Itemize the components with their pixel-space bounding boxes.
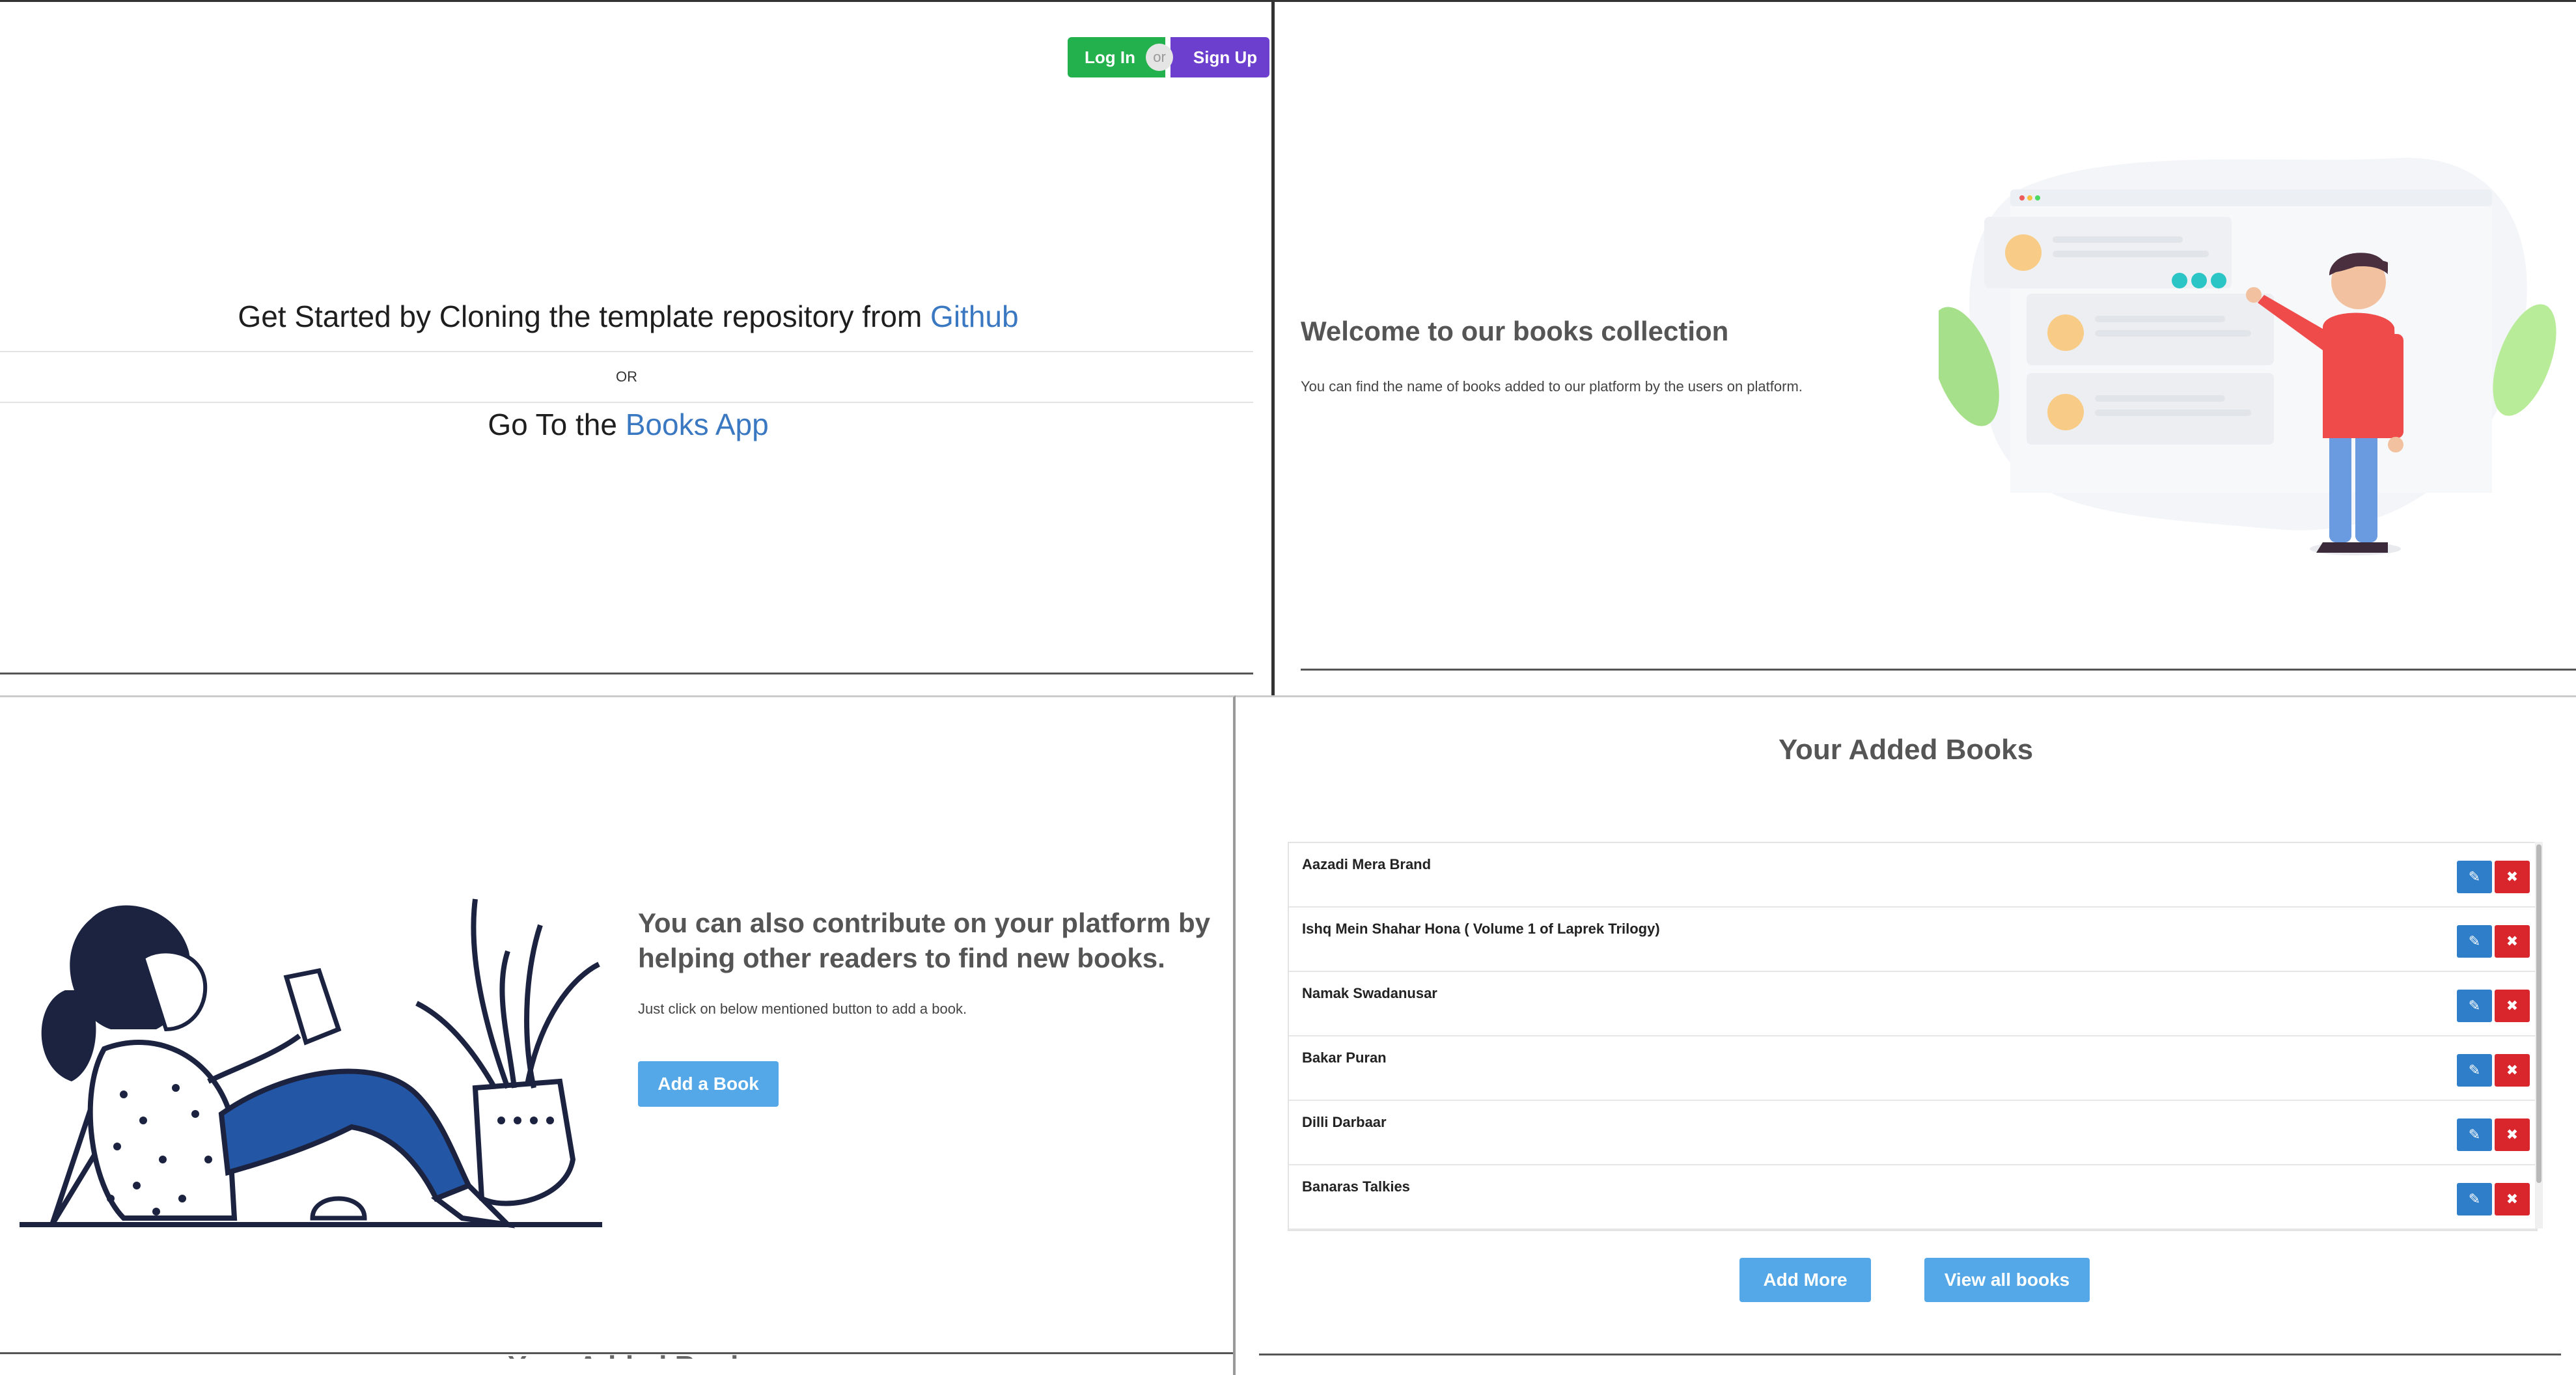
row-actions: ✎ ✖ <box>2457 1054 2530 1087</box>
books-list-scrollbar[interactable] <box>2535 842 2543 1229</box>
row-actions: ✎ ✖ <box>2457 1118 2530 1151</box>
list-item: Aazadi Mera Brand ✎ ✖ <box>1289 843 2536 908</box>
edit-icon[interactable]: ✎ <box>2457 861 2492 893</box>
contribute-panel: You can also contribute on your platform… <box>0 695 1236 1375</box>
book-name: Namak Swadanusar <box>1302 985 1437 1001</box>
welcome-illustration <box>1939 158 2556 555</box>
add-more-button[interactable]: Add More <box>1739 1258 1871 1302</box>
welcome-title: Welcome to our books collection <box>1301 316 1729 346</box>
edit-icon[interactable]: ✎ <box>2457 1054 2492 1087</box>
close-icon[interactable]: ✖ <box>2495 1118 2530 1151</box>
books-list: Aazadi Mera Brand ✎ ✖ Ishq Mein Shahar H… <box>1288 842 2538 1231</box>
books-title: Your Added Books <box>1778 734 2034 766</box>
row-actions: ✎ ✖ <box>2457 925 2530 958</box>
list-item: Bakar Puran ✎ ✖ <box>1289 1036 2536 1101</box>
close-icon[interactable]: ✖ <box>2495 990 2530 1022</box>
row-actions: ✎ ✖ <box>2457 1183 2530 1215</box>
close-icon[interactable]: ✖ <box>2495 925 2530 958</box>
book-name: Bakar Puran <box>1302 1049 1387 1066</box>
partial-section-heading: Your Added Books <box>508 1340 762 1359</box>
or-divider-label: OR <box>616 368 637 385</box>
github-link[interactable]: Github <box>930 299 1019 333</box>
contribute-text: Just click on below mentioned button to … <box>638 1001 967 1017</box>
edit-icon[interactable]: ✎ <box>2457 1118 2492 1151</box>
edit-icon[interactable]: ✎ <box>2457 1183 2492 1215</box>
book-name: Dilli Darbaar <box>1302 1114 1387 1130</box>
divider <box>1301 669 2576 671</box>
book-name: Ishq Mein Shahar Hona ( Volume 1 of Lapr… <box>1302 921 1660 937</box>
row-actions: ✎ ✖ <box>2457 861 2530 893</box>
or-divider: OR <box>0 351 1253 403</box>
divider <box>0 673 1253 674</box>
edit-icon[interactable]: ✎ <box>2457 925 2492 958</box>
books-panel: Your Added Books Aazadi Mera Brand ✎ ✖ I… <box>1236 695 2576 1375</box>
divider <box>0 1352 1233 1354</box>
go-to-heading: Go To the Books App <box>0 407 1256 442</box>
books-app-link[interactable]: Books App <box>626 408 769 441</box>
auth-buttons: Log In or Sign Up <box>1068 37 1269 77</box>
reading-woman-illustration <box>20 898 602 1229</box>
list-item: Ishq Mein Shahar Hona ( Volume 1 of Lapr… <box>1289 908 2536 972</box>
book-name: Aazadi Mera Brand <box>1302 856 1432 872</box>
divider <box>1259 1354 2561 1355</box>
close-icon[interactable]: ✖ <box>2495 861 2530 893</box>
get-started-text: Get Started by Cloning the template repo… <box>238 299 922 333</box>
book-name: Banaras Talkies <box>1302 1178 1410 1195</box>
or-badge: or <box>1146 44 1173 71</box>
contribute-title: You can also contribute on your platform… <box>638 908 1210 973</box>
edit-icon[interactable]: ✎ <box>2457 990 2492 1022</box>
add-book-button[interactable]: Add a Book <box>638 1061 779 1107</box>
list-item: Namak Swadanusar ✎ ✖ <box>1289 972 2536 1036</box>
go-to-text: Go To the <box>488 408 617 441</box>
list-item: Dilli Darbaar ✎ ✖ <box>1289 1101 2536 1165</box>
row-actions: ✎ ✖ <box>2457 990 2530 1022</box>
landing-panel: Log In or Sign Up Get Started by Cloning… <box>0 0 1275 695</box>
view-all-books-button[interactable]: View all books <box>1924 1258 2090 1302</box>
welcome-text: You can find the name of books added to … <box>1301 378 1803 395</box>
close-icon[interactable]: ✖ <box>2495 1183 2530 1215</box>
scrollbar-thumb[interactable] <box>2536 844 2541 1183</box>
signup-button[interactable]: Sign Up <box>1170 37 1269 77</box>
list-item: Banaras Talkies ✎ ✖ <box>1289 1165 2536 1230</box>
get-started-heading: Get Started by Cloning the template repo… <box>0 299 1256 334</box>
welcome-panel: Welcome to our books collection You can … <box>1275 0 2576 695</box>
close-icon[interactable]: ✖ <box>2495 1054 2530 1087</box>
